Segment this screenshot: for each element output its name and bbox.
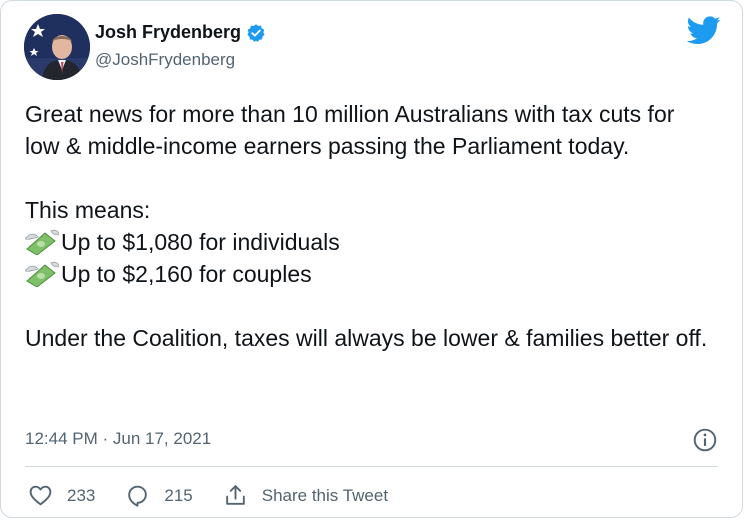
heart-icon — [29, 485, 52, 506]
tweet-bullet-text: Up to $2,160 for couples — [61, 261, 312, 287]
share-label: Share this Tweet — [261, 485, 389, 505]
author-handle[interactable]: @JoshFrydenberg — [95, 50, 235, 70]
author-name-row[interactable]: Josh Frydenberg — [95, 22, 266, 43]
share-tweet-button[interactable]: Share this Tweet — [223, 483, 388, 508]
reply-bubble-icon — [128, 485, 148, 507]
avatar[interactable] — [24, 14, 90, 80]
avatar-photo — [24, 14, 90, 80]
tweet-card: Josh Frydenberg @JoshFrydenberg Great ne… — [0, 0, 743, 518]
share-icon — [225, 485, 245, 505]
reply-button[interactable]: 215 — [125, 483, 193, 508]
info-icon[interactable] — [692, 427, 718, 453]
tweet-means-label: This means: — [25, 197, 151, 223]
tweet-timestamp[interactable]: 12:44 PM · Jun 17, 2021 — [25, 429, 211, 449]
money-with-wings-icon — [24, 229, 60, 256]
author-display-name[interactable]: Josh Frydenberg — [95, 22, 241, 43]
tweet-bullet: Up to $2,160 for couples — [24, 258, 715, 290]
verified-badge-icon — [246, 23, 266, 43]
divider — [25, 466, 718, 467]
tweet-text: Great news for more than 10 million Aust… — [24, 98, 715, 354]
tweet-bullet-text: Up to $1,080 for individuals — [61, 229, 340, 255]
tweet-paragraph: Great news for more than 10 million Aust… — [25, 101, 681, 159]
reply-count: 215 — [164, 485, 193, 505]
tweet-actions: 233 215 Share this Tweet — [28, 483, 418, 508]
tweet-paragraph: Under the Coalition, taxes will always b… — [25, 325, 708, 351]
twitter-bird-icon[interactable] — [686, 16, 721, 46]
like-button[interactable]: 233 — [28, 483, 95, 508]
money-with-wings-icon — [24, 261, 60, 288]
like-count: 233 — [67, 485, 96, 505]
tweet-bullet: Up to $1,080 for individuals — [24, 226, 715, 258]
